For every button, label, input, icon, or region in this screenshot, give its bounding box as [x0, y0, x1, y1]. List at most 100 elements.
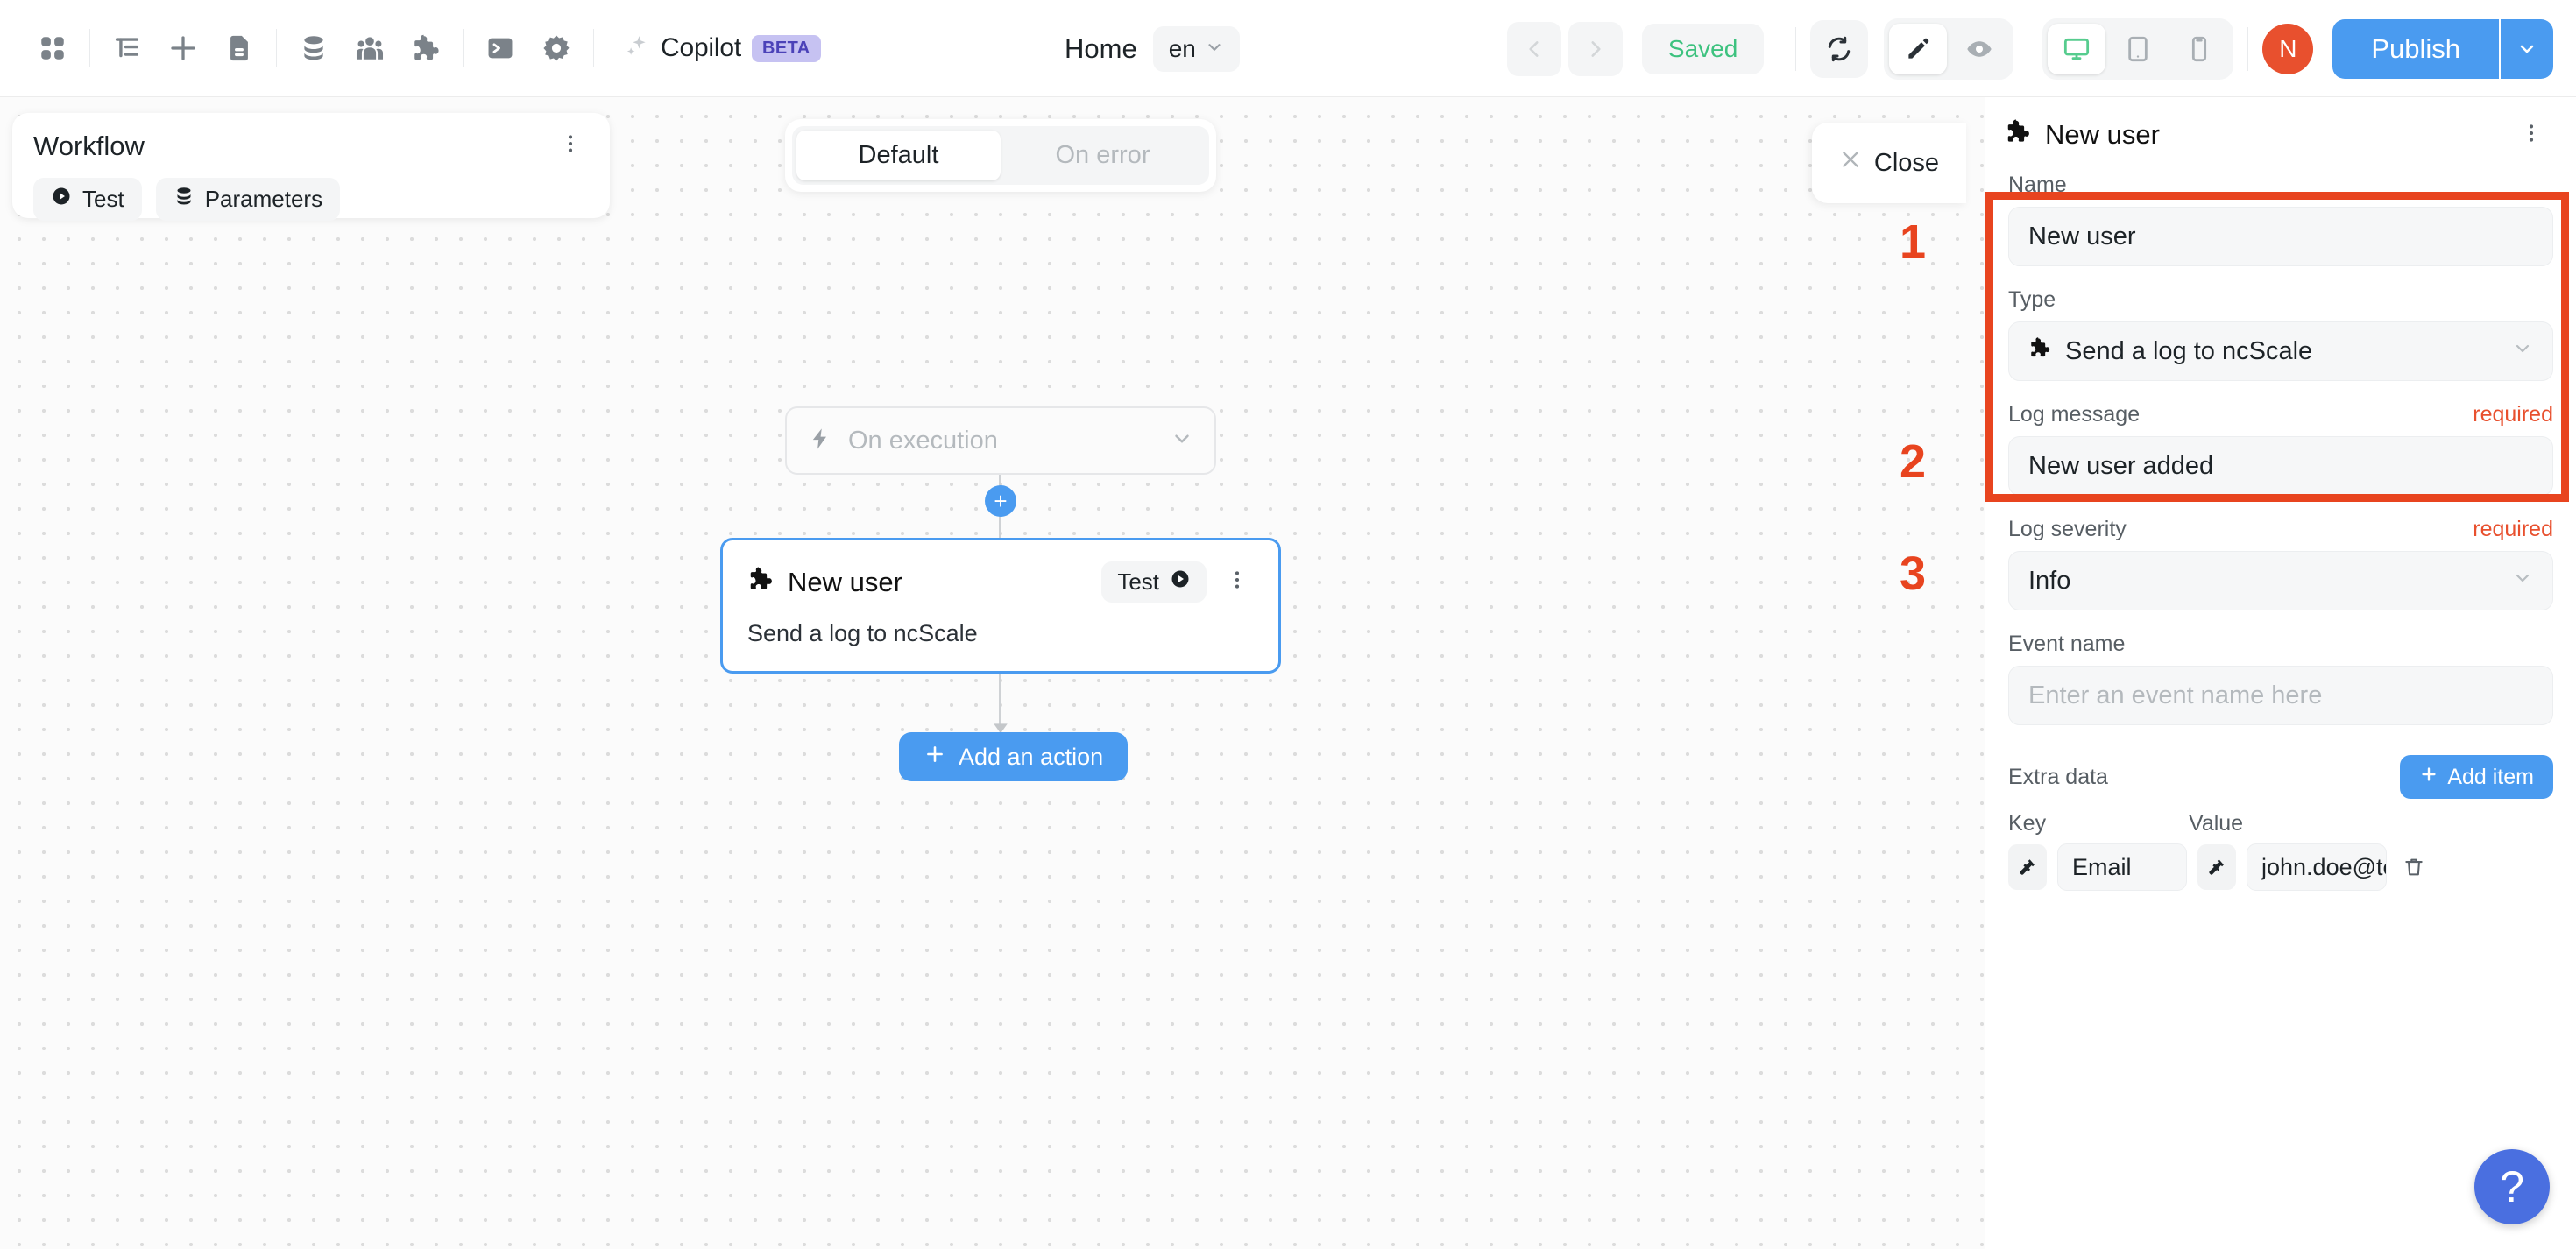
- name-label: Name: [2008, 173, 2067, 197]
- toolbar-divider: [593, 29, 594, 67]
- insert-node-plus-icon[interactable]: +: [985, 485, 1016, 517]
- apps-grid-icon[interactable]: [25, 20, 81, 76]
- delete-row-trash-icon[interactable]: [2397, 856, 2431, 879]
- workflow-actions: Test Parameters: [33, 178, 589, 221]
- log-message-required-badge: required: [2473, 402, 2553, 427]
- copilot-button[interactable]: Copilot BETA: [615, 28, 830, 69]
- add-an-action-label: Add an action: [959, 743, 1104, 770]
- edit-preview-toggle: [1884, 18, 2014, 80]
- add-item-label: Add item: [2447, 764, 2534, 789]
- play-icon: [1170, 568, 1191, 596]
- puzzle-icon[interactable]: [398, 20, 454, 76]
- field-type: Type Send a log to ncScale: [2008, 287, 2553, 381]
- key-binding-plug-icon[interactable]: [2008, 844, 2047, 890]
- action-node-test-button[interactable]: Test: [1101, 561, 1207, 603]
- action-node-test-label: Test: [1117, 568, 1159, 595]
- extra-data-value-input[interactable]: john.doe@tes: [2247, 843, 2387, 891]
- value-binding-plug-icon[interactable]: [2197, 844, 2236, 890]
- publish-dropdown-chevron-down-icon[interactable]: [2499, 18, 2553, 79]
- database-icon[interactable]: [286, 20, 342, 76]
- log-severity-value: Info: [2028, 566, 2071, 595]
- mobile-icon[interactable]: [2170, 24, 2228, 74]
- top-toolbar: Copilot BETA Home en Saved N Publish: [0, 0, 2576, 97]
- extra-data-row: Email john.doe@tes: [2008, 843, 2553, 891]
- panel-form: Name New user Type Send a log to ncScale: [1985, 173, 2576, 891]
- name-input[interactable]: New user: [2008, 207, 2553, 266]
- puzzle-icon: [747, 566, 774, 599]
- add-item-button[interactable]: Add item: [2400, 755, 2553, 799]
- extra-data-section: Extra data Add item Key Value Email john…: [2008, 755, 2553, 891]
- workflow-parameters-button[interactable]: Parameters: [155, 178, 341, 221]
- toolbar-divider: [276, 29, 277, 67]
- toolbar-left-icons: Copilot BETA: [0, 20, 830, 76]
- workflow-test-label: Test: [82, 186, 124, 212]
- panel-more-options-icon[interactable]: [2515, 122, 2548, 149]
- type-select-value: Send a log to ncScale: [2065, 336, 2313, 365]
- avatar[interactable]: N: [2262, 23, 2314, 74]
- tablet-icon[interactable]: [2109, 24, 2167, 74]
- workflow-editor-app: Copilot BETA Home en Saved N Publish Wor…: [0, 0, 2576, 1249]
- workflow-canvas[interactable]: Workflow Test Parameters Default On erro…: [0, 97, 1985, 1249]
- field-log-message: Log message required New user added: [2008, 402, 2553, 496]
- close-panel-button[interactable]: Close: [1812, 123, 1966, 203]
- action-node-subtitle: Send a log to ncScale: [747, 620, 978, 646]
- tab-default[interactable]: Default: [796, 131, 1001, 180]
- terminal-icon[interactable]: [472, 20, 528, 76]
- puzzle-icon: [2005, 118, 2031, 152]
- language-selector[interactable]: en: [1152, 25, 1240, 72]
- chevron-down-icon[interactable]: [1171, 427, 1193, 455]
- plus-icon: [924, 743, 946, 772]
- key-column-header: Key: [2008, 811, 2047, 836]
- undo-button[interactable]: [1506, 21, 1561, 76]
- edit-mode-button[interactable]: [1889, 23, 1948, 74]
- action-node-new-user[interactable]: New user Test Send a log to ncScale: [720, 538, 1281, 674]
- help-button[interactable]: ?: [2474, 1149, 2550, 1224]
- annotation-number-3: 3: [1900, 547, 1927, 600]
- trigger-node-label: On execution: [848, 426, 998, 455]
- workflow-more-options-icon[interactable]: [552, 131, 589, 161]
- log-message-input[interactable]: New user added: [2008, 436, 2553, 496]
- sparkle-icon: [624, 33, 650, 64]
- toolbar-divider: [2247, 26, 2249, 71]
- tree-structure-icon[interactable]: [99, 20, 155, 76]
- close-icon: [1839, 148, 1862, 178]
- trigger-node-on-execution[interactable]: On execution: [785, 406, 1216, 475]
- event-name-input[interactable]: Enter an event name here: [2008, 666, 2553, 725]
- tab-on-error[interactable]: On error: [1001, 131, 1205, 180]
- type-select[interactable]: Send a log to ncScale: [2008, 321, 2553, 381]
- publish-button[interactable]: Publish: [2332, 18, 2499, 79]
- page-icon[interactable]: [211, 20, 267, 76]
- plus-icon[interactable]: [155, 20, 211, 76]
- redo-button[interactable]: [1568, 21, 1623, 76]
- desktop-icon[interactable]: [2048, 23, 2106, 74]
- preview-mode-button[interactable]: [1950, 24, 2008, 74]
- type-label: Type: [2008, 287, 2056, 312]
- action-node-title-group: New user: [747, 566, 902, 599]
- workflow-panel: Workflow Test Parameters: [12, 113, 610, 221]
- page-title: Home: [1065, 32, 1137, 64]
- annotation-number-1: 1: [1900, 215, 1927, 268]
- beta-badge: BETA: [751, 34, 821, 62]
- gear-icon[interactable]: [528, 20, 584, 76]
- workflow-title: Workflow: [33, 131, 145, 161]
- database-icon: [173, 186, 195, 213]
- toolbar-divider: [89, 29, 90, 67]
- toolbar-divider: [1795, 26, 1797, 71]
- status-badge: Saved: [1641, 23, 1765, 74]
- action-node-more-options-icon[interactable]: [1221, 568, 1254, 596]
- extra-data-key-input[interactable]: Email: [2057, 843, 2187, 891]
- node-settings-panel: New user Name New user Type Send a log t…: [1985, 97, 2576, 1249]
- chevron-down-icon: [1205, 35, 1224, 63]
- users-icon[interactable]: [342, 20, 398, 76]
- event-name-label: Event name: [2008, 632, 2126, 656]
- refresh-icon[interactable]: [1810, 19, 1869, 78]
- log-severity-label: Log severity: [2008, 517, 2127, 541]
- log-severity-select[interactable]: Info: [2008, 551, 2553, 610]
- action-node-title: New user: [788, 566, 902, 597]
- toolbar-divider: [463, 29, 464, 67]
- language-value: en: [1168, 34, 1196, 62]
- workflow-test-button[interactable]: Test: [33, 178, 142, 221]
- panel-title: New user: [2045, 119, 2160, 150]
- add-an-action-button[interactable]: Add an action: [899, 732, 1129, 781]
- log-severity-required-badge: required: [2473, 517, 2553, 541]
